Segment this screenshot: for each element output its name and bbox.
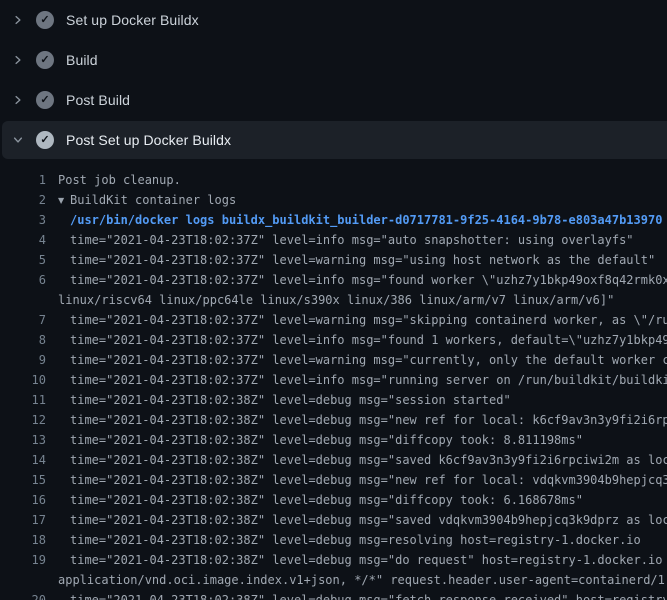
log-panel: 1 Post job cleanup. 2 ▼BuildKit containe… xyxy=(0,160,667,600)
log-text: linux/riscv64 linux/ppc64le linux/s390x … xyxy=(58,290,614,310)
log-text: time="2021-04-23T18:02:38Z" level=debug … xyxy=(70,470,667,490)
step-label: Set up Docker Buildx xyxy=(66,12,199,28)
line-number[interactable]: 19 xyxy=(0,550,46,570)
log-text: time="2021-04-23T18:02:38Z" level=debug … xyxy=(70,430,583,450)
log-text: Post job cleanup. xyxy=(58,170,181,190)
line-number[interactable]: 1 xyxy=(0,170,46,190)
step-label: Post Set up Docker Buildx xyxy=(66,132,231,148)
log-text: time="2021-04-23T18:02:38Z" level=debug … xyxy=(70,510,667,530)
chevron-right-icon[interactable] xyxy=(12,54,24,66)
log-text: ▼BuildKit container logs xyxy=(58,190,236,210)
actions-log-viewer: ✓ Set up Docker Buildx ✓ Build ✓ Post Bu… xyxy=(0,0,667,600)
step-header[interactable]: ✓ Post Set up Docker Buildx xyxy=(2,121,667,159)
log-line: 10 time="2021-04-23T18:02:37Z" level=inf… xyxy=(0,370,667,390)
line-number[interactable]: 20 xyxy=(0,590,46,600)
log-line: 20 time="2021-04-23T18:02:38Z" level=deb… xyxy=(0,590,667,600)
log-line: 1 Post job cleanup. xyxy=(0,170,667,190)
log-text: time="2021-04-23T18:02:37Z" level=warnin… xyxy=(70,310,667,330)
line-number[interactable]: 16 xyxy=(0,490,46,510)
line-number[interactable]: 4 xyxy=(0,230,46,250)
line-number[interactable]: 15 xyxy=(0,470,46,490)
line-number[interactable]: 2 xyxy=(0,190,46,210)
line-number[interactable]: 7 xyxy=(0,310,46,330)
log-text: time="2021-04-23T18:02:37Z" level=warnin… xyxy=(70,350,667,370)
line-number[interactable]: 14 xyxy=(0,450,46,470)
log-text: time="2021-04-23T18:02:38Z" level=debug … xyxy=(70,410,667,430)
line-number[interactable]: 9 xyxy=(0,350,46,370)
log-text: time="2021-04-23T18:02:38Z" level=debug … xyxy=(70,390,511,410)
log-line: application/vnd.oci.image.index.v1+json,… xyxy=(0,570,667,590)
log-line: 18 time="2021-04-23T18:02:38Z" level=deb… xyxy=(0,530,667,550)
log-text: time="2021-04-23T18:02:37Z" level=info m… xyxy=(70,370,667,390)
log-line: 17 time="2021-04-23T18:02:38Z" level=deb… xyxy=(0,510,667,530)
collapse-triangle-icon[interactable]: ▼ xyxy=(58,191,70,211)
log-line: 4 time="2021-04-23T18:02:37Z" level=info… xyxy=(0,230,667,250)
line-number[interactable] xyxy=(0,290,46,310)
check-circle-icon: ✓ xyxy=(36,11,54,29)
log-line: 13 time="2021-04-23T18:02:38Z" level=deb… xyxy=(0,430,667,450)
log-text: time="2021-04-23T18:02:37Z" level=warnin… xyxy=(70,250,655,270)
log-text: time="2021-04-23T18:02:38Z" level=debug … xyxy=(70,550,667,570)
line-number[interactable]: 8 xyxy=(0,330,46,350)
chevron-down-icon[interactable] xyxy=(12,134,24,146)
step-label: Post Build xyxy=(66,92,130,108)
line-number[interactable]: 11 xyxy=(0,390,46,410)
log-line: 8 time="2021-04-23T18:02:37Z" level=info… xyxy=(0,330,667,350)
log-line: 11 time="2021-04-23T18:02:38Z" level=deb… xyxy=(0,390,667,410)
log-line: 16 time="2021-04-23T18:02:38Z" level=deb… xyxy=(0,490,667,510)
log-text: time="2021-04-23T18:02:38Z" level=debug … xyxy=(70,530,641,550)
chevron-right-icon[interactable] xyxy=(12,94,24,106)
step-header[interactable]: ✓ Post Build xyxy=(0,80,667,120)
log-text: time="2021-04-23T18:02:37Z" level=info m… xyxy=(70,230,634,250)
line-number[interactable]: 12 xyxy=(0,410,46,430)
log-text: time="2021-04-23T18:02:38Z" level=debug … xyxy=(70,590,667,600)
check-circle-icon: ✓ xyxy=(36,51,54,69)
log-line: linux/riscv64 linux/ppc64le linux/s390x … xyxy=(0,290,667,310)
line-number[interactable]: 13 xyxy=(0,430,46,450)
log-text: time="2021-04-23T18:02:38Z" level=debug … xyxy=(70,490,583,510)
check-circle-icon: ✓ xyxy=(36,91,54,109)
group-label[interactable]: BuildKit container logs xyxy=(70,193,236,207)
line-number[interactable]: 5 xyxy=(0,250,46,270)
log-line: 12 time="2021-04-23T18:02:38Z" level=deb… xyxy=(0,410,667,430)
line-number[interactable] xyxy=(0,570,46,590)
line-number[interactable]: 18 xyxy=(0,530,46,550)
line-number[interactable]: 10 xyxy=(0,370,46,390)
step-label: Build xyxy=(66,52,98,68)
log-text: time="2021-04-23T18:02:38Z" level=debug … xyxy=(70,450,667,470)
log-text: time="2021-04-23T18:02:37Z" level=info m… xyxy=(70,330,667,350)
line-number[interactable]: 17 xyxy=(0,510,46,530)
log-line: 14 time="2021-04-23T18:02:38Z" level=deb… xyxy=(0,450,667,470)
log-line: 5 time="2021-04-23T18:02:37Z" level=warn… xyxy=(0,250,667,270)
log-line: 3 /usr/bin/docker logs buildx_buildkit_b… xyxy=(0,210,667,230)
step-header[interactable]: ✓ Build xyxy=(0,40,667,80)
line-number[interactable]: 6 xyxy=(0,270,46,290)
step-list: ✓ Set up Docker Buildx ✓ Build ✓ Post Bu… xyxy=(0,0,667,159)
check-circle-icon: ✓ xyxy=(36,131,54,149)
log-line: 15 time="2021-04-23T18:02:38Z" level=deb… xyxy=(0,470,667,490)
log-text: application/vnd.oci.image.index.v1+json,… xyxy=(58,570,667,590)
chevron-right-icon[interactable] xyxy=(12,14,24,26)
step-header[interactable]: ✓ Set up Docker Buildx xyxy=(0,0,667,40)
log-line: 19 time="2021-04-23T18:02:38Z" level=deb… xyxy=(0,550,667,570)
log-text: time="2021-04-23T18:02:37Z" level=info m… xyxy=(70,270,667,290)
log-line: 2 ▼BuildKit container logs xyxy=(0,190,667,210)
line-number[interactable]: 3 xyxy=(0,210,46,230)
command-text: /usr/bin/docker logs buildx_buildkit_bui… xyxy=(70,210,662,230)
log-line: 6 time="2021-04-23T18:02:37Z" level=info… xyxy=(0,270,667,290)
log-line: 7 time="2021-04-23T18:02:37Z" level=warn… xyxy=(0,310,667,330)
log-line: 9 time="2021-04-23T18:02:37Z" level=warn… xyxy=(0,350,667,370)
